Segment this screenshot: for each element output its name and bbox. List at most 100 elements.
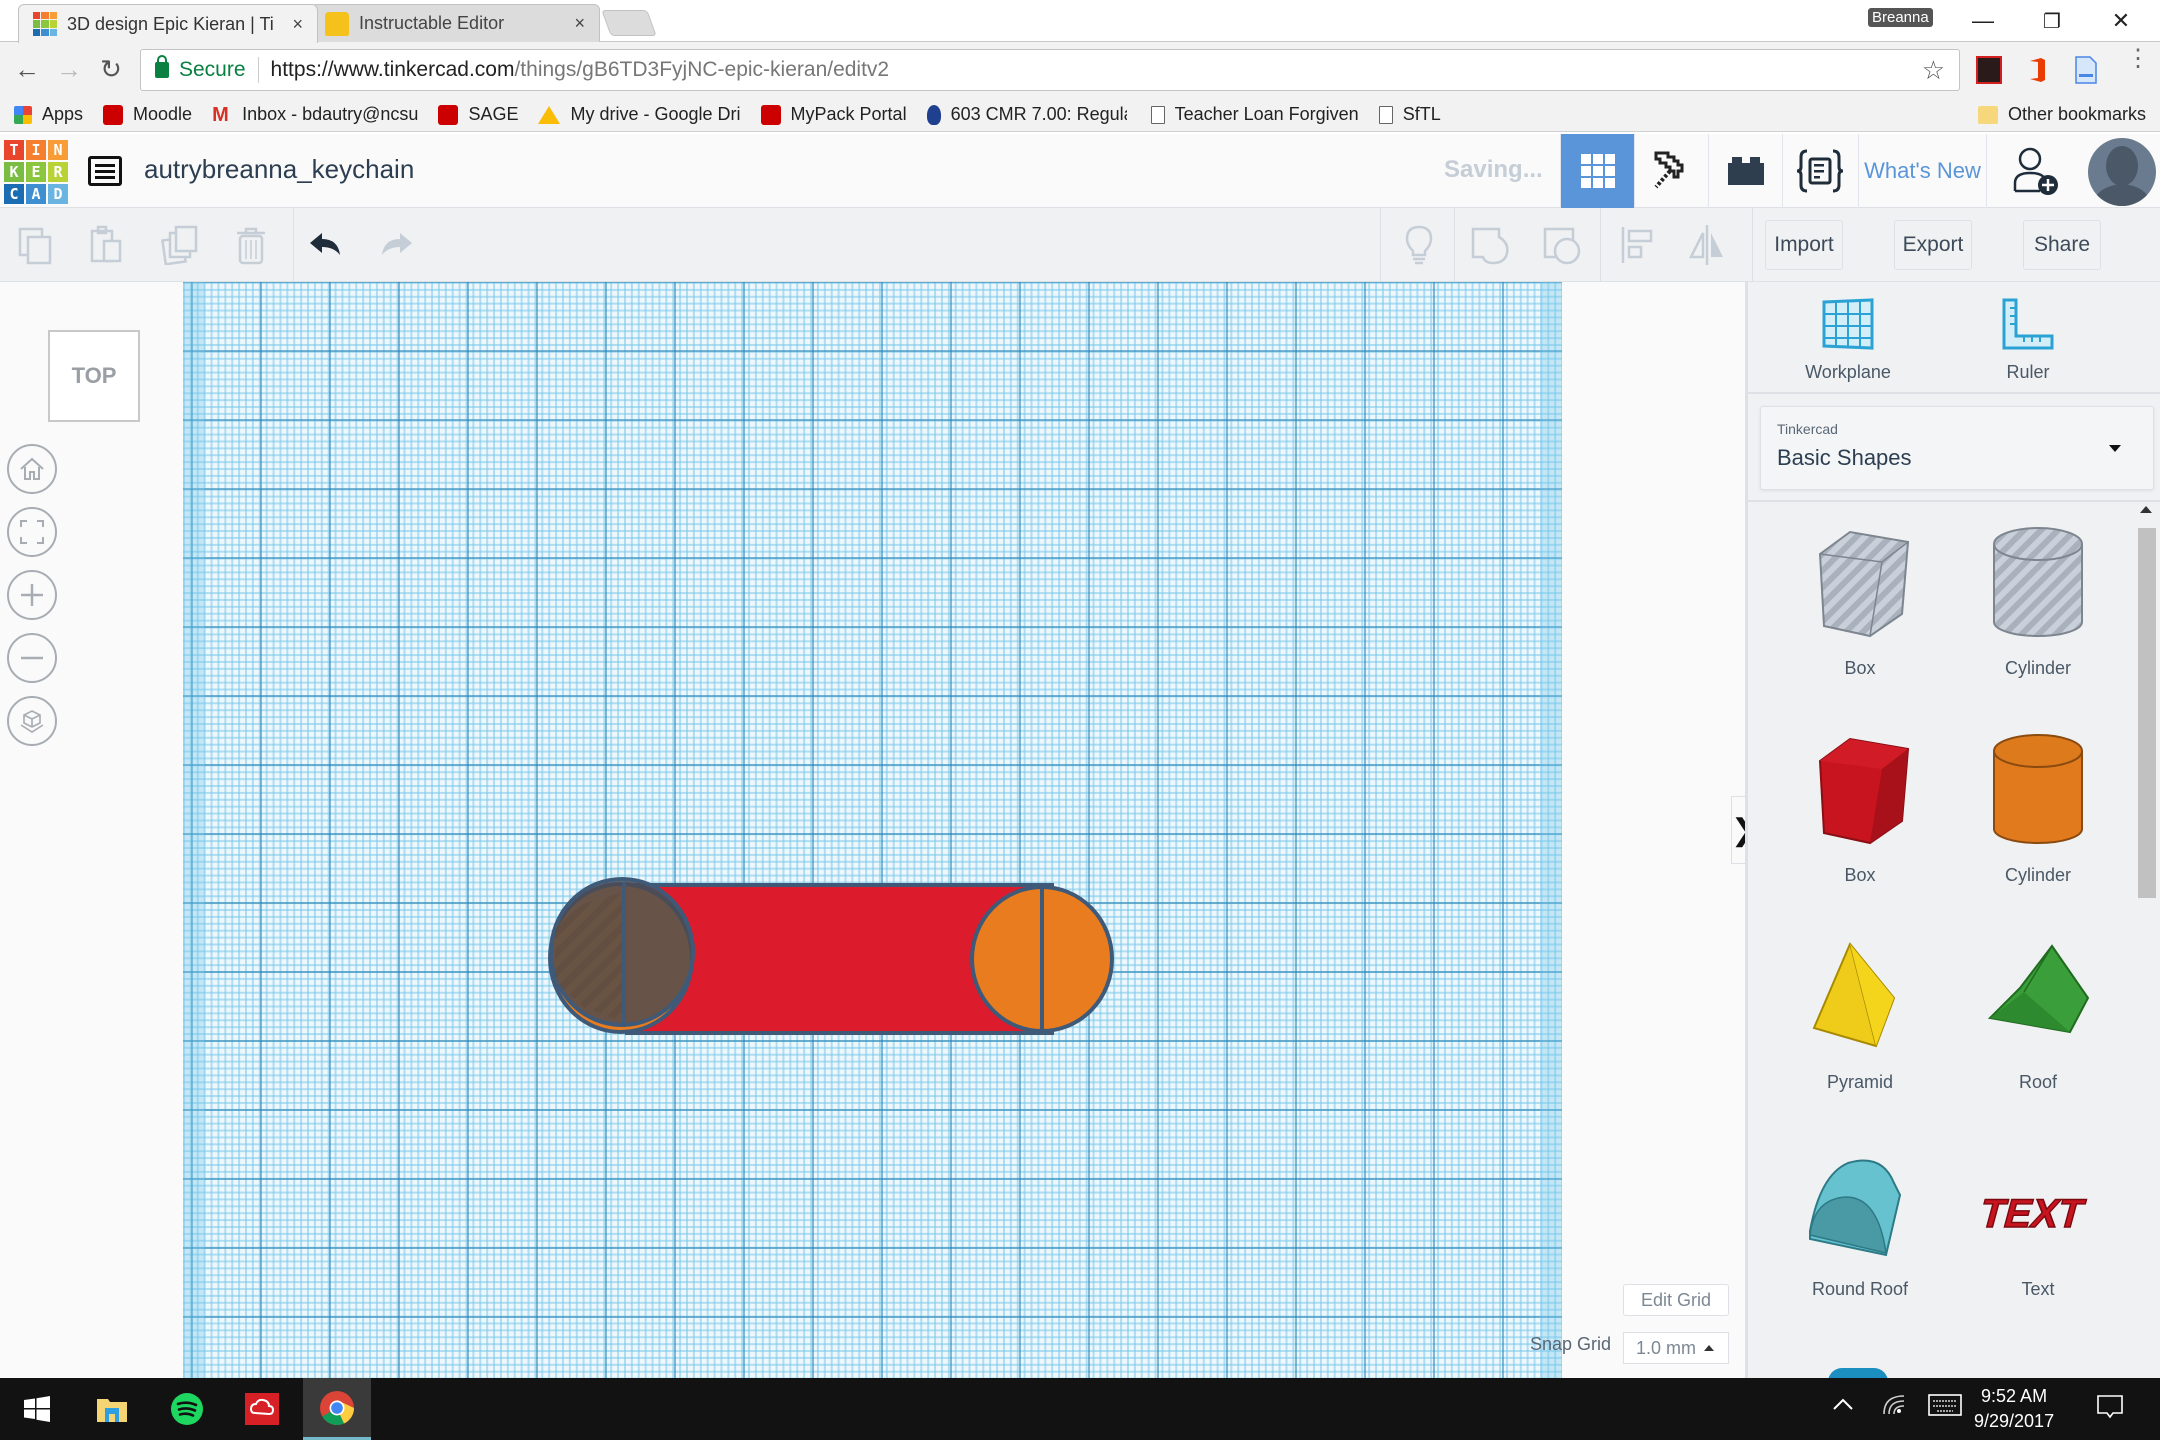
shape-item-box[interactable]: Box xyxy=(1770,721,1950,921)
network-button[interactable] xyxy=(1882,1392,1908,1423)
restore-button[interactable]: ❐ xyxy=(2027,4,2077,38)
spotify-button[interactable] xyxy=(160,1378,214,1440)
shape-item-cylinder-hole[interactable]: Cylinder xyxy=(1948,514,2128,714)
bookmark-sftl[interactable]: SfTL xyxy=(1378,104,1441,125)
shape-item-roof[interactable]: Roof xyxy=(1948,928,2128,1128)
chrome-taskbar-button[interactable] xyxy=(303,1378,371,1440)
codeblocks-button[interactable] xyxy=(1782,134,1856,208)
box-shape-icon xyxy=(1818,737,1910,845)
bookmark-google-drive[interactable]: My drive - Google Dri xyxy=(538,104,741,125)
minecraft-pickaxe-button[interactable] xyxy=(1634,134,1708,208)
bookmark-apps[interactable]: Apps xyxy=(14,104,83,125)
shape-label: Cylinder xyxy=(2004,658,2072,678)
new-tab-button[interactable] xyxy=(601,10,657,36)
trash-icon xyxy=(237,227,265,265)
adobe-acrobat-extension-icon[interactable] xyxy=(1976,56,2002,84)
snap-grid-select[interactable]: 1.0 mm xyxy=(1623,1332,1729,1364)
shape-item-text[interactable]: TEXT Text xyxy=(1948,1135,2128,1335)
other-bookmarks[interactable]: Other bookmarks xyxy=(1977,104,2146,125)
invite-user-button[interactable] xyxy=(1986,134,2084,208)
tab-close-button[interactable]: × xyxy=(574,13,585,34)
wifi-icon xyxy=(1883,1395,1905,1415)
align-button[interactable] xyxy=(1614,222,1660,268)
home-view-button[interactable] xyxy=(7,444,57,494)
divider xyxy=(1380,208,1381,282)
zoom-out-button[interactable] xyxy=(7,633,57,683)
lego-bricks-button[interactable] xyxy=(1708,134,1782,208)
paste-icon xyxy=(90,225,122,263)
docs-extension-icon[interactable] xyxy=(2074,56,2100,84)
security-label: Secure xyxy=(179,58,246,81)
edit-grid-button[interactable]: Edit Grid xyxy=(1623,1284,1729,1316)
bookmark-sage[interactable]: SAGE xyxy=(438,104,518,125)
ungroup-button[interactable] xyxy=(1540,222,1586,268)
scene-shapes[interactable] xyxy=(183,282,1562,1378)
zoom-in-button[interactable] xyxy=(7,570,57,620)
group-button[interactable] xyxy=(1468,222,1514,268)
file-explorer-button[interactable] xyxy=(85,1378,139,1440)
bookmark-label: My drive - Google Dri xyxy=(570,104,741,124)
3d-design-view-button[interactable] xyxy=(1560,134,1634,208)
mirror-button[interactable] xyxy=(1684,222,1730,268)
copy-button[interactable] xyxy=(13,222,59,268)
shape-item-pyramid[interactable]: Pyramid xyxy=(1770,928,1950,1128)
system-clock[interactable]: 9:52 AM 9/29/2017 xyxy=(1974,1384,2054,1434)
design-list-icon[interactable] xyxy=(88,156,122,186)
bookmark-mypack[interactable]: MyPack Portal xyxy=(760,104,907,125)
shape-item-box-hole[interactable]: Box xyxy=(1770,514,1950,714)
show-hidden-icons-button[interactable] xyxy=(1832,1394,1854,1421)
touch-keyboard-button[interactable] xyxy=(1928,1394,1962,1421)
reload-button[interactable]: ↻ xyxy=(96,54,126,84)
share-button[interactable]: Share xyxy=(2023,220,2101,270)
back-button[interactable]: ← xyxy=(12,54,42,84)
redo-button[interactable] xyxy=(373,222,419,268)
whats-new-link[interactable]: What's New xyxy=(1858,134,1986,208)
bookmark-star-icon[interactable]: ☆ xyxy=(1922,55,1945,86)
tab-close-button[interactable]: × xyxy=(292,14,303,35)
close-window-button[interactable]: ✕ xyxy=(2096,4,2146,38)
toggle-notes-button[interactable] xyxy=(1396,222,1442,268)
tab-tinkercad[interactable]: 3D design Epic Kieran | Ti × xyxy=(18,4,318,43)
adobe-creative-cloud-button[interactable] xyxy=(235,1378,289,1440)
minimize-button[interactable]: — xyxy=(1958,4,2008,38)
ruler-tool[interactable]: Ruler xyxy=(1948,296,2108,383)
scrollbar-thumb[interactable] xyxy=(2138,528,2156,898)
caret-up-icon xyxy=(1704,1345,1714,1351)
forward-button[interactable]: → xyxy=(54,54,84,84)
add-user-icon xyxy=(2013,147,2058,195)
tab-instructable-editor[interactable]: Instructable Editor × xyxy=(310,4,600,42)
bookmark-inbox[interactable]: M Inbox - bdautry@ncsu xyxy=(212,104,418,125)
paste-button[interactable] xyxy=(83,222,129,268)
bookmark-teacher-loan[interactable]: Teacher Loan Forgiven xyxy=(1150,104,1359,125)
plus-icon xyxy=(21,584,43,606)
view-cube[interactable]: TOP xyxy=(48,330,140,422)
delete-button[interactable] xyxy=(228,222,274,268)
shape-item-cylinder[interactable]: Cylinder xyxy=(1948,721,2128,921)
workplane-tool[interactable]: Workplane xyxy=(1768,296,1928,383)
bookmark-moodle[interactable]: Moodle xyxy=(103,104,192,125)
tinkercad-logo[interactable]: TIN KER CAD xyxy=(4,140,68,204)
shape-item-roundroof[interactable]: Round Roof xyxy=(1770,1135,1950,1335)
save-status: Saving... xyxy=(1444,156,1543,183)
bookmark-603-cmr[interactable]: 603 CMR 7.00: Regula xyxy=(926,104,1127,125)
perspective-toggle-button[interactable] xyxy=(7,696,57,746)
apps-grid-icon xyxy=(14,105,32,124)
undo-button[interactable] xyxy=(303,222,349,268)
profile-name[interactable]: Breanna xyxy=(1868,8,1933,27)
import-button[interactable]: Import xyxy=(1765,220,1843,270)
chrome-menu-icon[interactable]: ⋮ xyxy=(2126,47,2150,71)
roof-shape-icon xyxy=(1987,944,2090,1034)
action-center-button[interactable] xyxy=(2096,1394,2124,1425)
scroll-up-arrow[interactable] xyxy=(2140,506,2152,513)
user-avatar[interactable] xyxy=(2088,138,2156,206)
instructables-robot-icon xyxy=(325,11,349,36)
export-button[interactable]: Export xyxy=(1894,220,1972,270)
duplicate-button[interactable] xyxy=(157,222,203,268)
address-bar[interactable]: Secure https://www.tinkercad.com/things/… xyxy=(140,49,1960,91)
url-path: /things/gB6TD3FyjNC-epic-kieran/editv2 xyxy=(514,58,890,81)
design-title[interactable]: autrybreanna_keychain xyxy=(144,154,414,185)
office-extension-icon[interactable] xyxy=(2024,56,2050,84)
shape-library-dropdown[interactable]: Tinkercad Basic Shapes xyxy=(1760,406,2154,490)
fit-view-button[interactable] xyxy=(7,507,57,557)
windows-start-button[interactable] xyxy=(10,1378,64,1440)
